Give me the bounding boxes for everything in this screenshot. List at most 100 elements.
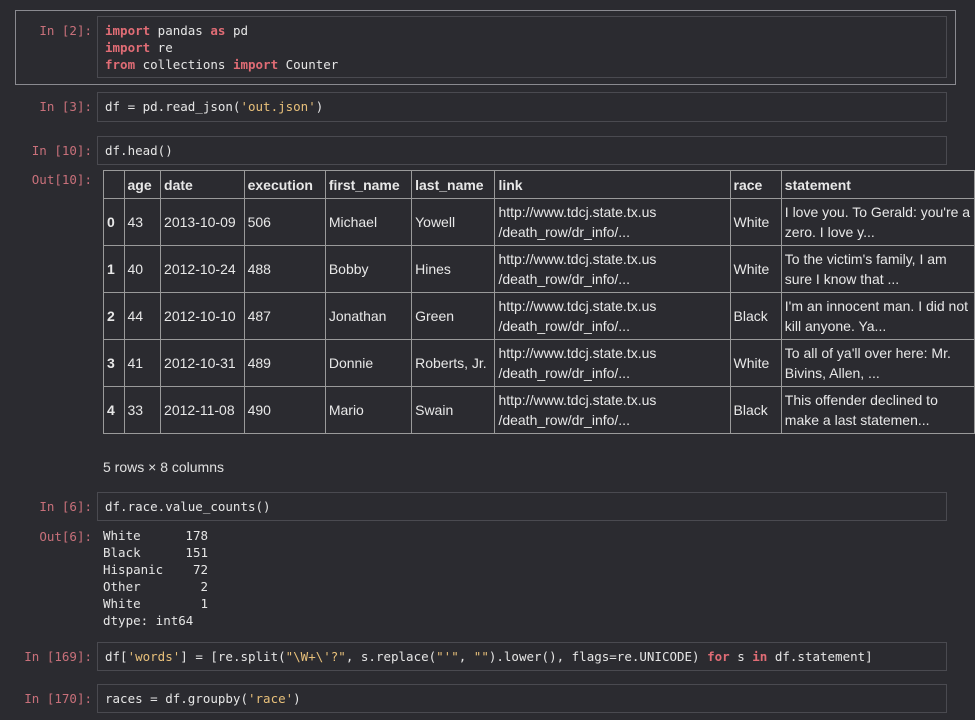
table-cell: White — [729, 339, 782, 387]
code-token: 'words' — [127, 649, 181, 664]
code-token: pd — [225, 23, 249, 38]
column-header: last_name — [411, 170, 496, 199]
code-text: df.head() — [105, 142, 173, 159]
table-cell: Hines — [411, 245, 496, 293]
cell-prompt: In [170]: — [24, 691, 92, 706]
code-input[interactable]: races = df.groupby('race') — [97, 684, 947, 713]
table-cell: White — [729, 198, 782, 246]
column-header: date — [160, 170, 245, 199]
code-token: , — [458, 649, 474, 664]
table-cell: I love you. To Gerald: you're a zero. I … — [780, 198, 975, 246]
code-token: 'race' — [248, 691, 294, 706]
code-line: df = pd.read_json('out.json') — [105, 98, 323, 115]
table-cell: Black — [729, 386, 782, 434]
table-cell: 506 — [243, 198, 326, 246]
code-token: races = df.groupby( — [105, 691, 248, 706]
cell-prompt: In [6]: — [39, 499, 92, 514]
table-cell: This offender declined to make a last st… — [780, 386, 975, 434]
table-cell: Jonathan — [324, 292, 413, 340]
code-token: "'" — [436, 649, 459, 664]
code-token: re — [150, 40, 173, 55]
table-cell: http://www.tdcj.state.tx.us /death_row/d… — [494, 198, 731, 246]
code-token: 'out.json' — [240, 99, 316, 114]
code-text: df['words'] = [re.split("\W+\'?", s.repl… — [105, 648, 873, 665]
code-token: "\W+\'?" — [285, 649, 346, 664]
code-token: df[ — [105, 649, 128, 664]
value-count-label: Hispanic — [103, 562, 164, 577]
value-count-label: White — [103, 528, 141, 543]
column-header: statement — [780, 170, 975, 199]
code-token: ).lower(), flags=re.UNICODE) — [488, 649, 708, 664]
table-row: 3 41 2012-10-31 489 Donnie Roberts, Jr. http:/… — [103, 339, 975, 387]
code-token: import — [105, 40, 151, 55]
table-cell: White — [729, 245, 782, 293]
column-header: race — [729, 170, 782, 199]
code-token: as — [210, 23, 226, 38]
value-count-label: Other — [103, 579, 141, 594]
code-text: df = pd.read_json('out.json') — [105, 98, 323, 115]
code-line: from collections import Counter — [105, 56, 338, 73]
table-cell: 2012-10-31 — [160, 339, 245, 387]
code-line: df['words'] = [re.split("\W+\'?", s.repl… — [105, 648, 873, 665]
column-header: link — [494, 170, 731, 199]
table-cell: Michael — [324, 198, 413, 246]
code-input[interactable]: df = pd.read_json('out.json') — [97, 92, 947, 122]
table-cell: Bobby — [324, 245, 413, 293]
table-cell: 2012-10-10 — [160, 292, 245, 340]
code-token: Counter — [278, 57, 339, 72]
dataframe-shape-note: 5 rows × 8 columns — [103, 459, 224, 475]
code-line: import re — [105, 39, 338, 56]
value-count-row: Black 151 — [103, 544, 208, 561]
table-cell: Roberts, Jr. — [411, 339, 496, 387]
table-cell: http://www.tdcj.state.tx.us /death_row/d… — [494, 292, 731, 340]
code-token: ) — [315, 99, 324, 114]
value-count-number: 2 — [200, 579, 208, 594]
code-token: for — [707, 649, 730, 664]
table-cell: Green — [411, 292, 496, 340]
cell-prompt: In [3]: — [39, 99, 92, 114]
code-input[interactable]: df.head() — [97, 136, 947, 165]
value-count-number: 178 — [185, 528, 208, 543]
table-cell: 44 — [123, 292, 162, 340]
table-cell: Mario — [324, 386, 413, 434]
table-cell: 43 — [123, 198, 162, 246]
column-header: age — [123, 170, 162, 199]
value-count-number: 72 — [192, 562, 208, 577]
code-token: df.race.value_counts() — [105, 499, 271, 514]
cell-prompt: In [169]: — [24, 649, 92, 664]
table-row: 2 44 2012-10-10 487 Jonathan Green http://www.… — [103, 292, 975, 340]
code-line: races = df.groupby('race') — [105, 690, 301, 707]
table-cell: 487 — [243, 292, 326, 340]
code-line: import pandas as pd — [105, 22, 338, 39]
value-counts-output: White 178 Black 151 Hispanic 72 Other 2 White 1d… — [103, 527, 208, 629]
column-header: execution — [243, 170, 326, 199]
code-line: df.race.value_counts() — [105, 498, 271, 515]
table-cell: To all of ya'll over here: Mr. Bivins, A… — [780, 339, 975, 387]
table-cell: 490 — [243, 386, 326, 434]
table-cell: 33 — [123, 386, 162, 434]
code-token: df.head() — [105, 143, 173, 158]
code-input[interactable]: df['words'] = [re.split("\W+\'?", s.repl… — [97, 642, 947, 671]
table-cell: Donnie — [324, 339, 413, 387]
code-line: df.head() — [105, 142, 173, 159]
code-input[interactable]: import pandas as pd import re from collect… — [97, 16, 947, 78]
row-index: 2 — [103, 292, 125, 340]
table-cell: http://www.tdcj.state.tx.us /death_row/d… — [494, 339, 731, 387]
table-row: 4 33 2012-11-08 490 Mario Swain http://www.tdc… — [103, 386, 975, 434]
code-token: ) — [293, 691, 301, 706]
code-token: from — [105, 57, 136, 72]
table-cell: Yowell — [411, 198, 496, 246]
row-index: 1 — [103, 245, 125, 293]
table-cell: Swain — [411, 386, 496, 434]
table-row: 0 43 2013-10-09 506 Michael Yowell http://www.… — [103, 198, 975, 246]
value-count-label: White — [103, 596, 149, 611]
code-text: df.race.value_counts() — [105, 498, 271, 515]
value-count-row: White 1 — [103, 595, 208, 612]
table-cell: 40 — [123, 245, 162, 293]
table-cell: 2012-11-08 — [160, 386, 245, 434]
code-input[interactable]: df.race.value_counts() — [97, 492, 947, 521]
row-index: 4 — [103, 386, 125, 434]
code-text: races = df.groupby('race') — [105, 690, 301, 707]
cell-prompt: In [2]: — [39, 23, 92, 38]
table-cell: 489 — [243, 339, 326, 387]
